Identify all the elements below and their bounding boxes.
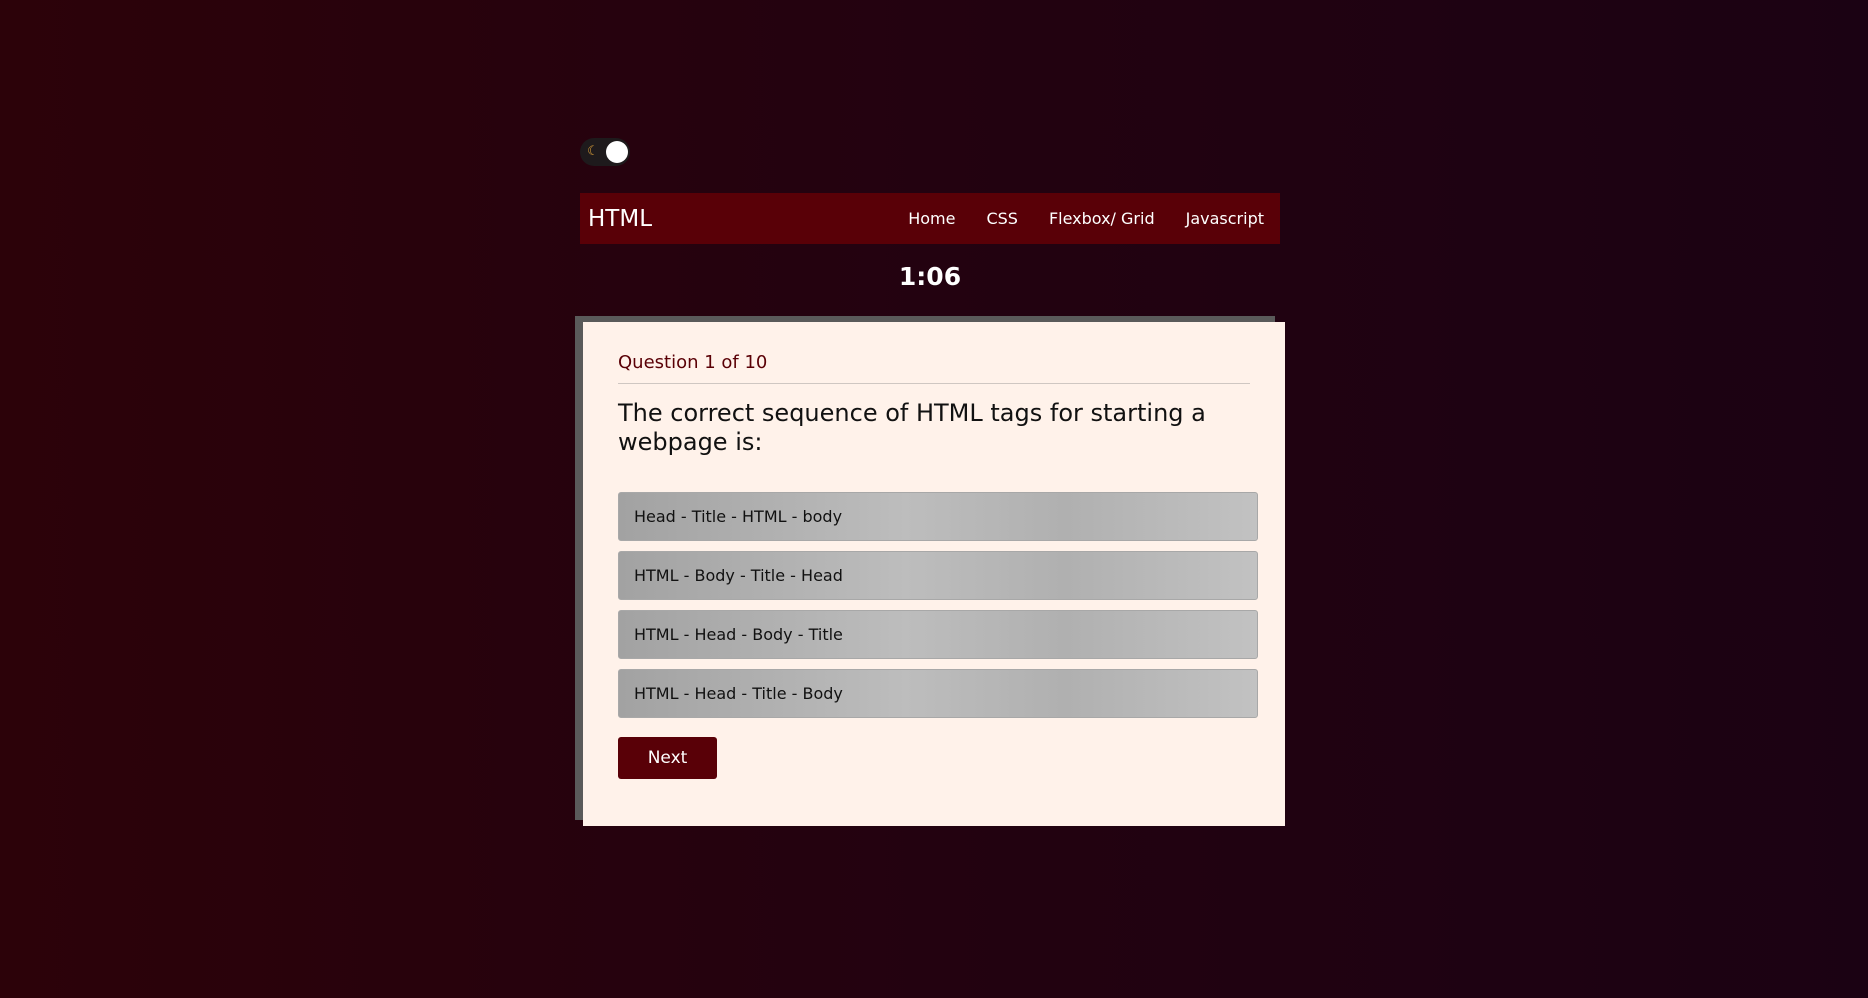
- nav-link-home[interactable]: Home: [908, 209, 955, 228]
- answer-option-4[interactable]: HTML - Head - Title - Body: [618, 669, 1258, 718]
- theme-toggle[interactable]: ☾: [580, 138, 630, 166]
- question-counter: Question 1 of 10: [618, 352, 1250, 384]
- moon-icon: ☾: [587, 144, 599, 159]
- countdown-timer: 1:06: [898, 262, 962, 291]
- answer-option-1[interactable]: Head - Title - HTML - body: [618, 492, 1258, 541]
- answer-option-2[interactable]: HTML - Body - Title - Head: [618, 551, 1258, 600]
- next-button[interactable]: Next: [618, 737, 717, 779]
- answer-option-3[interactable]: HTML - Head - Body - Title: [618, 610, 1258, 659]
- navbar: HTML Home CSS Flexbox/ Grid Javascript: [580, 193, 1280, 244]
- toggle-knob: [606, 141, 628, 163]
- quiz-card: Question 1 of 10 The correct sequence of…: [583, 322, 1285, 826]
- nav-link-flexbox-grid[interactable]: Flexbox/ Grid: [1049, 209, 1155, 228]
- nav-link-css[interactable]: CSS: [986, 209, 1017, 228]
- nav-link-javascript[interactable]: Javascript: [1186, 209, 1264, 228]
- question-text: The correct sequence of HTML tags for st…: [618, 399, 1206, 456]
- brand-title: HTML: [588, 205, 653, 232]
- nav-links: Home CSS Flexbox/ Grid Javascript: [908, 209, 1264, 228]
